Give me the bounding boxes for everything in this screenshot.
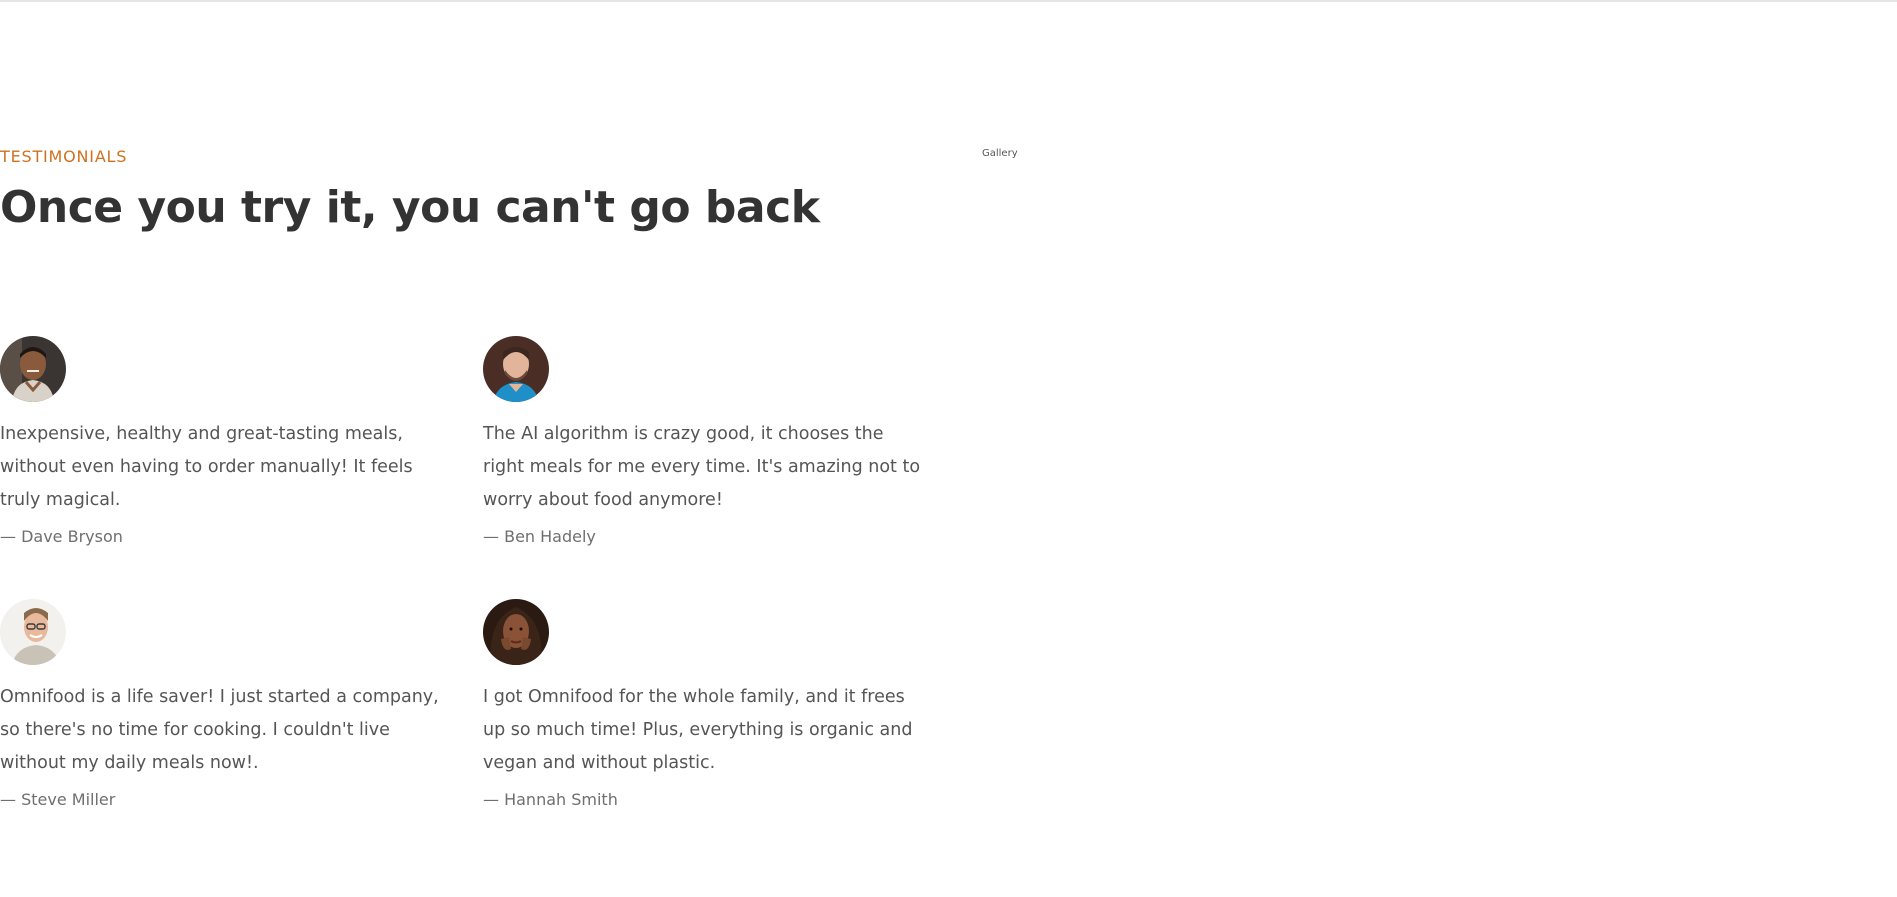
testimonial-quote: Inexpensive, healthy and great-tasting m…	[0, 424, 413, 510]
gallery-label: Gallery	[982, 148, 1018, 159]
testimonial-card: Omnifood is a life saver! I just started…	[0, 599, 440, 811]
person-photo-icon	[483, 336, 549, 402]
testimonial-card: The AI algorithm is crazy good, it choos…	[483, 336, 923, 548]
testimonial-quote: Omnifood is a life saver! I just started…	[0, 687, 439, 773]
testimonial-author: — Ben Hadely	[483, 527, 596, 546]
person-photo-icon	[0, 599, 66, 665]
testimonial-quote: The AI algorithm is crazy good, it choos…	[483, 424, 921, 510]
testimonial-card: I got Omnifood for the whole family, and…	[483, 599, 923, 811]
testimonials-section: TESTIMONIALS Gallery Once you try it, yo…	[0, 0, 1897, 897]
testimonial-author: — Hannah Smith	[483, 790, 618, 809]
testimonial-quote: I got Omnifood for the whole family, and…	[483, 687, 913, 773]
testimonial-author: — Steve Miller	[0, 790, 116, 809]
testimonial-card: Inexpensive, healthy and great-tasting m…	[0, 336, 440, 548]
section-subheading: TESTIMONIALS	[0, 147, 128, 166]
person-photo-icon	[483, 599, 549, 665]
person-photo-icon	[0, 336, 66, 402]
testimonial-author: — Dave Bryson	[0, 527, 123, 546]
section-heading: Once you try it, you can't go back	[0, 182, 820, 233]
